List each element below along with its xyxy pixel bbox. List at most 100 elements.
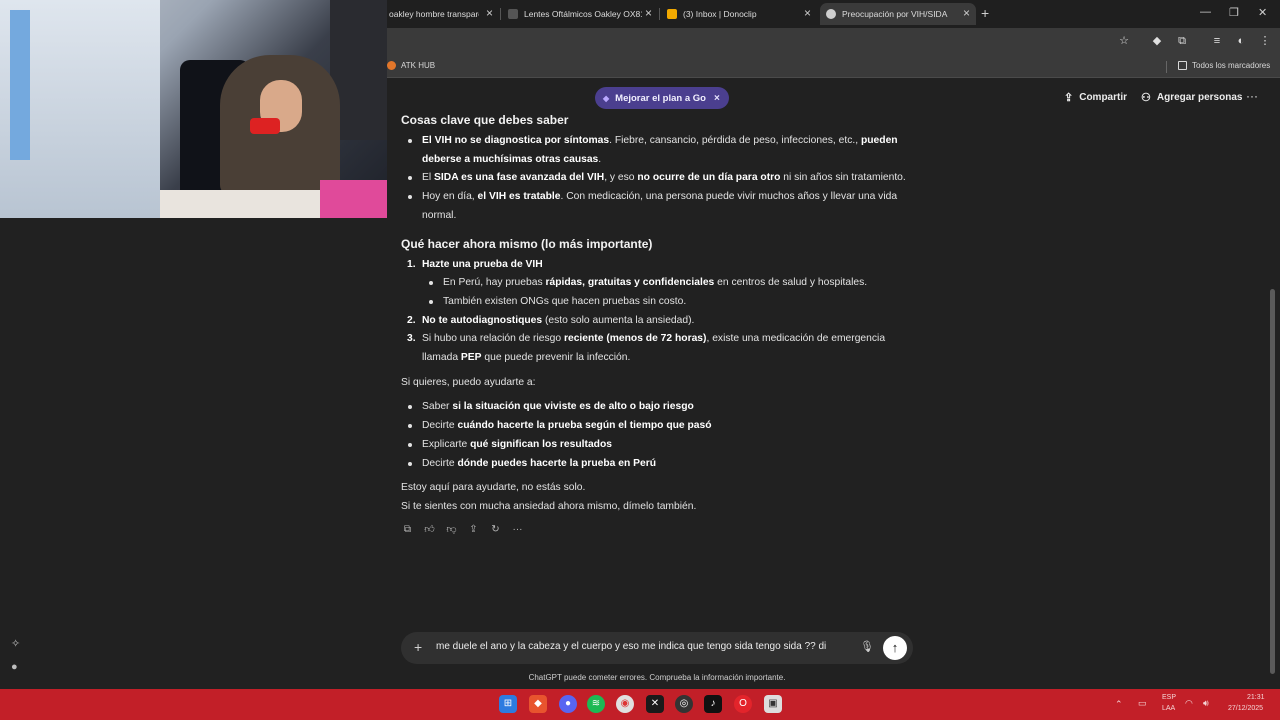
tab-separator (500, 8, 501, 20)
paragraph: Estoy aquí para ayudarte, no estás solo. (401, 482, 586, 494)
upgrade-label: Mejorar el plan a Go (615, 92, 706, 104)
extensions-puzzle-icon[interactable]: ⧉ (1175, 34, 1189, 48)
send-button[interactable]: ↑ (883, 636, 907, 660)
webcam-microphone (250, 118, 280, 134)
close-window-icon[interactable]: ✕ (1258, 6, 1267, 19)
sub-list: En Perú, hay pruebas rápidas, gratuitas … (422, 274, 921, 311)
brave-browser-icon[interactable]: ◆ (529, 695, 547, 713)
tab-close-icon[interactable]: × (963, 6, 970, 20)
dismiss-upgrade-icon[interactable]: × (714, 93, 720, 104)
avatar[interactable]: ● (11, 661, 18, 673)
text: ni sin años sin tratamiento. (780, 172, 906, 184)
clock-date: 27/12/2025 (1228, 705, 1264, 712)
scrollbar[interactable] (1270, 289, 1275, 674)
section-heading: Cosas clave que debes saber (401, 113, 569, 127)
text: en centros de salud y hospitales. (714, 277, 868, 289)
tab-close-icon[interactable]: × (486, 6, 493, 20)
regenerate-icon[interactable]: ↻ (489, 523, 502, 536)
language-code[interactable]: ESP (1162, 694, 1176, 701)
all-bookmarks-folder[interactable]: Todos los marcadores (1178, 61, 1270, 70)
tab-title: Lentes Oftálmicos Oakley OX81 (524, 9, 642, 19)
copy-icon[interactable]: ⧉ (401, 523, 414, 536)
help-list: Saber si la situación que viviste es de … (401, 398, 921, 473)
tab-donoclip-inbox[interactable]: (3) Inbox | Donoclip × (661, 3, 817, 25)
wifi-icon[interactable]: ◠ (1185, 698, 1193, 709)
text: Saber (422, 401, 453, 413)
text: , y eso (604, 172, 638, 184)
share-label: Compartir (1079, 92, 1128, 103)
bold-text: dónde puedes hacerte la prueba en Perú (457, 457, 657, 469)
bookmark-label: ATK HUB (401, 61, 436, 70)
text: Explicarte (422, 438, 471, 450)
webcam-keyboard (320, 180, 387, 218)
list-item: 1. Hazte una prueba de VIH En Perú, hay p… (401, 256, 921, 312)
chat-composer: + me duele el ano y la cabeza y el cuerp… (401, 632, 913, 664)
restore-icon[interactable]: ❐ (1229, 6, 1239, 19)
add-people-button[interactable]: ⚇ Agregar personas (1141, 91, 1242, 104)
bold-text: SIDA es una fase avanzada del VIH (434, 172, 605, 184)
disclaimer-text: ChatGPT puede cometer errores. Comprueba… (528, 673, 786, 682)
tab-oakley-search[interactable]: oakley hombre transpare × (383, 3, 499, 25)
new-tab-button[interactable]: + (981, 5, 989, 21)
tray-chevron-icon[interactable]: ⌃ (1115, 699, 1123, 710)
upgrade-plan-button[interactable]: ◆ Mejorar el plan a Go × (595, 87, 729, 109)
paragraph: Si quieres, puedo ayudarte a: (401, 376, 536, 388)
windows-taskbar: ⊞ ◆ ● ≋ ◉ ✕ ◎ ♪ O ▣ ⌃ ▭ ESP LAA ◠ 🔊︎ 21:… (0, 689, 1280, 720)
media-control-icon[interactable]: ≡ (1210, 34, 1224, 48)
windows-start-icon[interactable]: ⊞ (499, 695, 517, 713)
message-actions: ⧉ 👍︎ 👎︎ ⇪ ↻ ··· (401, 523, 524, 536)
spotify-icon[interactable]: ≋ (587, 695, 605, 713)
list-item: El SIDA es una fase avanzada del VIH, y … (401, 169, 921, 188)
more-options-icon[interactable]: ··· (1246, 89, 1258, 103)
bold-text: reciente (menos de 72 horas) (563, 333, 707, 345)
bold-text: Hazte una prueba de VIH (422, 258, 543, 270)
network-icon[interactable]: ▭ (1138, 698, 1147, 709)
share-button[interactable]: ⇪ Compartir (1064, 91, 1127, 104)
obs-icon[interactable]: ◎ (675, 695, 693, 713)
text: (esto solo aumenta la ansiedad). (542, 314, 695, 326)
text: Hoy en día, (422, 191, 478, 203)
tiktok-icon[interactable]: ♪ (704, 695, 722, 713)
clock-time[interactable]: 21:31 (1247, 694, 1265, 701)
volume-icon[interactable]: 🔊︎ (1203, 698, 1209, 709)
bold-text: El VIH no se diagnostica por síntomas (422, 135, 610, 146)
extension-diamond-icon[interactable]: ◆ (1150, 34, 1164, 48)
prompt-input[interactable]: me duele el ano y la cabeza y el cuerpo … (436, 641, 848, 652)
thumbs-up-icon[interactable]: 👍︎ (423, 523, 436, 536)
sparkle-icon: ◆ (603, 93, 610, 103)
bookmark-atk-hub[interactable]: ATK HUB (387, 61, 435, 70)
attach-plus-icon[interactable]: + (414, 639, 422, 655)
share-message-icon[interactable]: ⇪ (467, 523, 480, 536)
text: En Perú, hay pruebas (443, 277, 546, 289)
list-item: 2. No te autodiagnostiques (esto solo aum… (401, 312, 921, 331)
chatgpt-favicon-icon (826, 9, 836, 19)
bookmark-favicon-icon (387, 61, 396, 70)
webcam-overlay (0, 0, 387, 218)
chrome-icon[interactable]: ◉ (616, 695, 634, 713)
list-item: Decirte dónde puedes hacerte la prueba e… (401, 455, 921, 474)
browser-menu-icon[interactable]: ⋮ (1258, 34, 1272, 48)
list-item: El VIH no se diagnostica por síntomas. F… (401, 132, 921, 169)
step-number: 1. (407, 258, 416, 270)
paragraph: Si te sientes con mucha ansiedad ahora m… (401, 500, 697, 512)
microphone-icon[interactable]: 🎙︎ (860, 640, 874, 653)
bookmark-star-icon[interactable]: ☆ (1117, 34, 1131, 48)
profile-avatar-icon[interactable]: ◐ (1234, 34, 1248, 48)
more-actions-icon[interactable]: ··· (511, 523, 524, 536)
sparkle-sidebar-icon[interactable]: ✧ (11, 637, 20, 650)
tab-chatgpt-active[interactable]: Preocupación por VIH/SIDA × (820, 3, 976, 25)
bookmark-label: Todos los marcadores (1192, 61, 1271, 70)
capcut-icon[interactable]: ✕ (646, 695, 664, 713)
tab-close-icon[interactable]: × (804, 6, 811, 20)
minimize-icon[interactable]: — (1200, 6, 1211, 18)
opera-icon[interactable]: O (734, 695, 752, 713)
list-item: 3. Si hubo una relación de riesgo recient… (401, 330, 921, 367)
thumbs-down-icon[interactable]: 👎︎ (445, 523, 458, 536)
tab-title: Preocupación por VIH/SIDA (842, 9, 948, 19)
text: que puede prevenir la infección. (481, 352, 631, 364)
discord-icon[interactable]: ● (559, 695, 577, 713)
app-cube-icon[interactable]: ▣ (764, 695, 782, 713)
folder-icon (1178, 61, 1187, 70)
tab-oakley-lentes[interactable]: Lentes Oftálmicos Oakley OX81 × (502, 3, 658, 25)
tab-close-icon[interactable]: × (645, 6, 652, 20)
